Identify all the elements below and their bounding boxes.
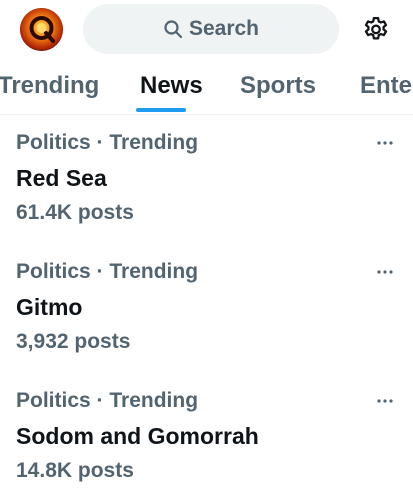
search-bar[interactable]: Search [83, 4, 339, 54]
search-placeholder: Search [188, 17, 260, 40]
active-tab-indicator [136, 108, 186, 112]
trend-context: Politics · Trending [16, 389, 199, 412]
trend-item[interactable]: Politics · Trending Sodom and Gomorrah 1… [0, 373, 413, 501]
profile-avatar[interactable] [20, 8, 63, 51]
trend-post-count: 61.4K posts [16, 201, 134, 224]
trend-name: Gitmo [16, 294, 83, 320]
trend-post-count: 14.8K posts [16, 459, 134, 482]
q-logo-avatar-icon [20, 8, 63, 51]
tab-news[interactable]: News [140, 72, 203, 100]
trend-name: Sodom and Gomorrah [16, 423, 259, 449]
tab-trending[interactable]: Trending [0, 72, 99, 100]
more-options-icon[interactable] [370, 264, 400, 280]
trend-name: Red Sea [16, 165, 107, 191]
trend-context: Politics · Trending [16, 131, 199, 154]
more-options-icon[interactable] [370, 135, 400, 151]
trend-item[interactable]: Politics · Trending Gitmo 3,932 posts [0, 244, 413, 372]
tab-entertainment[interactable]: Ente [360, 72, 412, 100]
gear-icon [364, 17, 388, 40]
more-options-icon[interactable] [370, 393, 400, 409]
trend-context: Politics · Trending [16, 260, 199, 283]
search-icon [163, 19, 183, 39]
settings-button[interactable] [361, 15, 391, 45]
top-header: Search [0, 0, 413, 60]
trend-post-count: 3,932 posts [16, 330, 131, 353]
tab-sports[interactable]: Sports [240, 72, 316, 100]
explore-tabs: Trending News Sports Ente [0, 60, 413, 115]
trend-item[interactable]: Politics · Trending Red Sea 61.4K posts [0, 115, 413, 243]
